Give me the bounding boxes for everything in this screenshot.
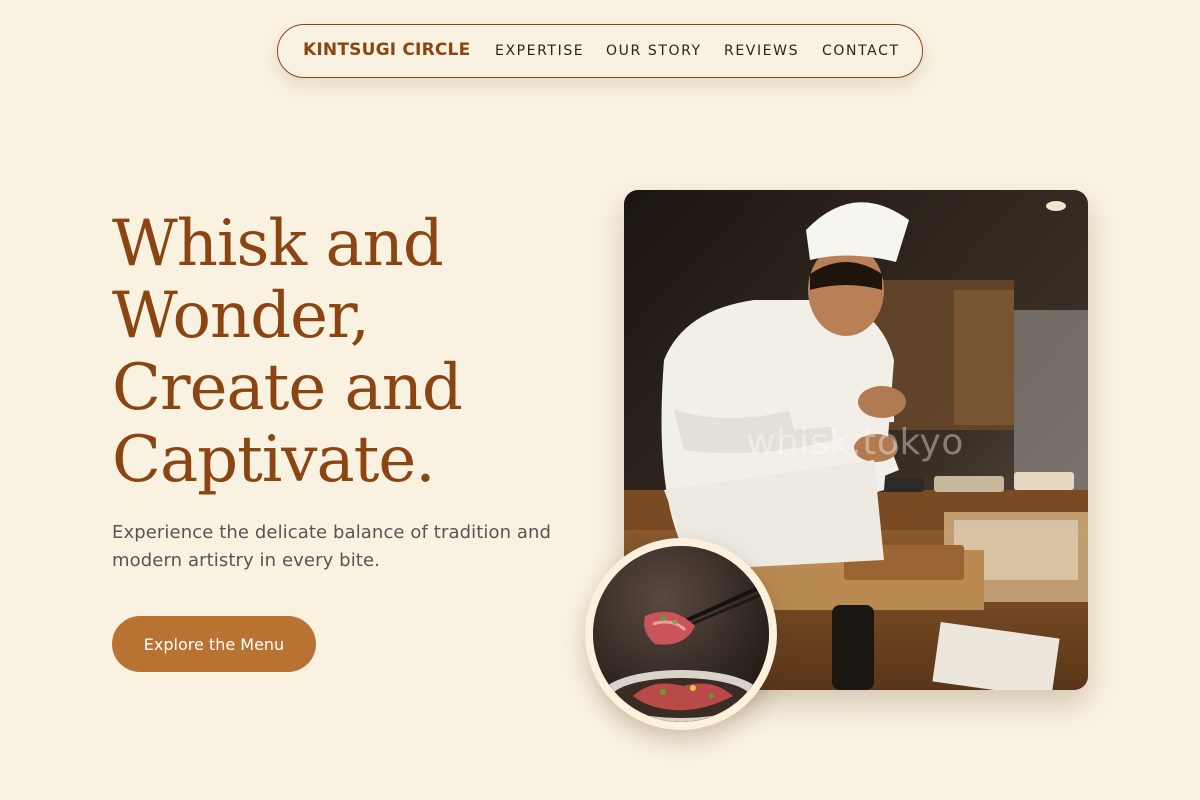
nav-link-contact[interactable]: CONTACT (822, 43, 900, 59)
brand-logo[interactable]: KINTSUGI CIRCLE (303, 40, 470, 60)
hero-headline: Whisk and Wonder, Create and Captivate. (112, 208, 582, 496)
nav-link-expertise[interactable]: EXPERTISE (495, 43, 584, 59)
headline-line-1: Whisk and (112, 207, 444, 281)
nav-link-our-story[interactable]: OUR STORY (606, 43, 702, 59)
top-nav: KINTSUGI CIRCLE EXPERTISE OUR STORY REVI… (277, 24, 923, 78)
headline-line-2: Wonder, (112, 279, 370, 353)
hero-subtitle: Experience the delicate balance of tradi… (112, 522, 552, 571)
photo-watermark: whisk.tokyo (746, 422, 964, 463)
headline-line-3: Create and (112, 351, 463, 425)
dish-photo (585, 538, 777, 730)
explore-menu-button[interactable]: Explore the Menu (112, 616, 316, 672)
dish-photo-illustration (593, 546, 769, 722)
nav-link-reviews[interactable]: REVIEWS (724, 43, 799, 59)
headline-line-4: Captivate. (112, 423, 436, 497)
